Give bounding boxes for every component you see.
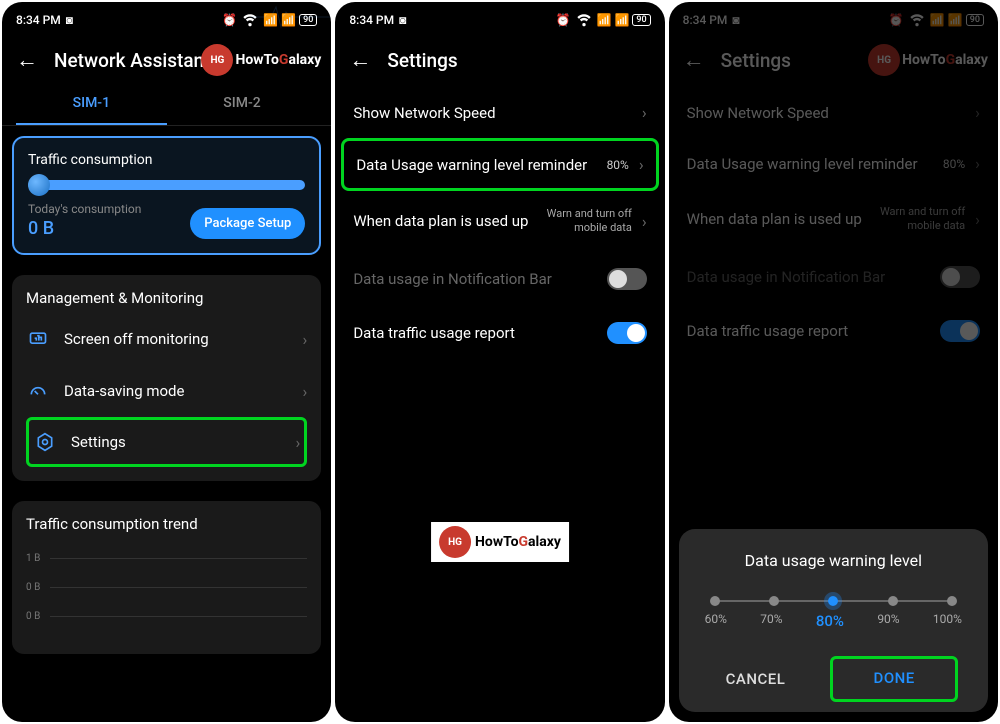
warning-level-value: 80% [607,158,629,172]
chevron-right-icon: › [296,433,301,452]
screen-settings-dialog: 8:34 PM ◙ ⏰ 📶 📶 90 ← Settings HG HowToGa… [669,2,998,722]
signal-icon-2: 📶 [614,13,629,27]
trend-tick: 0 B [26,582,40,593]
show-network-speed-row: Show Network Speed › [669,87,998,138]
today-consumption-label: Today's consumption [28,202,141,216]
data-plan-used-up-row: When data plan is used up Warn and turn … [669,189,998,250]
slider-labels: 60% 70% 80% 90% 100% [705,612,962,630]
monitor-icon [26,327,50,351]
wifi-icon [574,8,594,31]
data-usage-warning-row[interactable]: Data Usage warning level reminder 80% › [341,138,658,191]
sim-tabs: SIM-1 SIM-2 [2,83,331,126]
chevron-right-icon: › [975,103,980,122]
warning-level-value: 80% [943,157,965,171]
page-title: Settings [721,49,791,72]
logo-badge-icon: HG [201,44,233,76]
alarm-icon: ⏰ [222,13,237,27]
camera-icon: ◙ [399,13,406,27]
slider-dot-60[interactable] [710,596,720,606]
warning-level-slider[interactable] [715,600,952,602]
signal-icon-2: 📶 [948,13,963,27]
tab-sim2[interactable]: SIM-2 [167,83,318,125]
package-setup-button[interactable]: Package Setup [190,208,305,239]
data-plan-value: Warn and turn offmobile data [547,207,632,236]
traffic-report-row[interactable]: Data traffic usage report [335,306,664,360]
logo-badge-icon: HG [868,44,900,76]
notification-bar-row: Data usage in Notification Bar [669,250,998,304]
notification-bar-toggle[interactable] [607,268,647,290]
dialog-title: Data usage warning level [695,551,972,570]
slider-dot-80[interactable] [824,592,842,610]
page-title: Network Assistant [54,49,210,72]
battery-icon: 90 [966,14,984,26]
slider-dot-70[interactable] [769,596,779,606]
status-bar: 8:34 PM ◙ ⏰ 📶 📶 90 [669,2,998,37]
chevron-right-icon: › [303,330,308,349]
status-time: 8:34 PM [16,13,61,27]
slider-dot-100[interactable] [947,596,957,606]
management-title: Management & Monitoring [26,289,307,307]
progress-knob-icon [28,174,50,196]
camera-icon: ◙ [66,13,73,27]
traffic-consumption-card: Traffic consumption Today's consumption … [12,136,321,255]
data-plan-value: Warn and turn offmobile data [880,205,965,234]
traffic-progress-bar[interactable] [28,180,305,190]
today-consumption-value: 0 B [28,218,141,239]
trend-title: Traffic consumption trend [26,515,307,533]
data-plan-used-up-row[interactable]: When data plan is used up Warn and turn … [335,191,664,252]
management-card: Management & Monitoring Screen off monit… [12,275,321,481]
cancel-button[interactable]: CANCEL [695,656,817,702]
done-button[interactable]: DONE [830,656,958,702]
alarm-icon: ⏰ [889,13,904,27]
watermark-logo: HG HowToGalaxy [201,44,321,76]
chevron-right-icon: › [642,212,647,231]
signal-icon: 📶 [930,13,945,27]
app-header: ← Settings HG HowToGalaxy [669,37,998,83]
gear-icon [33,430,57,454]
data-saving-mode-row[interactable]: Data-saving mode › [26,365,307,417]
status-time: 8:34 PM [349,13,394,27]
slider-dot-90[interactable] [888,596,898,606]
notification-bar-toggle [940,266,980,288]
camera-icon: ◙ [732,13,739,27]
back-arrow-icon[interactable]: ← [16,47,38,73]
wifi-icon [907,8,927,31]
traffic-report-row: Data traffic usage report [669,304,998,358]
signal-icon: 📶 [597,13,612,27]
chevron-right-icon: › [642,103,647,122]
traffic-report-toggle [940,320,980,342]
watermark-logo: HG HowToGalaxy [868,44,988,76]
screen-off-monitoring-row[interactable]: Screen off monitoring › [26,313,307,365]
app-header: ← Network Assistant HG HowToGalaxy [2,37,331,83]
settings-row[interactable]: Settings › [26,417,307,467]
warning-level-dialog: Data usage warning level 60% 70% 80% 90%… [679,529,988,712]
dialog-backdrop: Data usage warning level 60% 70% 80% 90%… [679,529,988,712]
watermark-logo: HG HowToGalaxy [431,522,569,562]
back-arrow-icon: ← [683,47,705,73]
screen-network-assistant: 8:34 PM ◙ ⏰ 📶 📶 90 ← Network Assistant H… [2,2,331,722]
show-network-speed-row[interactable]: Show Network Speed › [335,87,664,138]
status-bar: 8:34 PM ◙ ⏰ 📶 📶 90 [335,2,664,37]
logo-badge-icon: HG [439,526,471,558]
traffic-title: Traffic consumption [28,152,305,168]
trend-card: Traffic consumption trend 1 B 0 B 0 B [12,501,321,654]
alarm-icon: ⏰ [556,13,571,27]
notification-bar-row[interactable]: Data usage in Notification Bar [335,252,664,306]
back-arrow-icon[interactable]: ← [349,47,371,73]
dial-icon [26,379,50,403]
tab-sim1[interactable]: SIM-1 [16,83,167,125]
page-title: Settings [387,49,457,72]
chevron-right-icon: › [303,382,308,401]
screen-settings: 8:34 PM ◙ ⏰ 📶 📶 90 ← Settings Show Netwo… [335,2,664,722]
status-time: 8:34 PM [683,13,728,27]
trend-tick: 0 B [26,611,40,622]
traffic-report-toggle[interactable] [607,322,647,344]
battery-icon: 90 [632,14,650,26]
data-usage-warning-row: Data Usage warning level reminder 80% › [669,138,998,189]
app-header: ← Settings [335,37,664,83]
chevron-right-icon: › [975,210,980,229]
trend-tick: 1 B [26,553,40,564]
chevron-right-icon: › [975,154,980,173]
chevron-right-icon: › [639,155,644,174]
